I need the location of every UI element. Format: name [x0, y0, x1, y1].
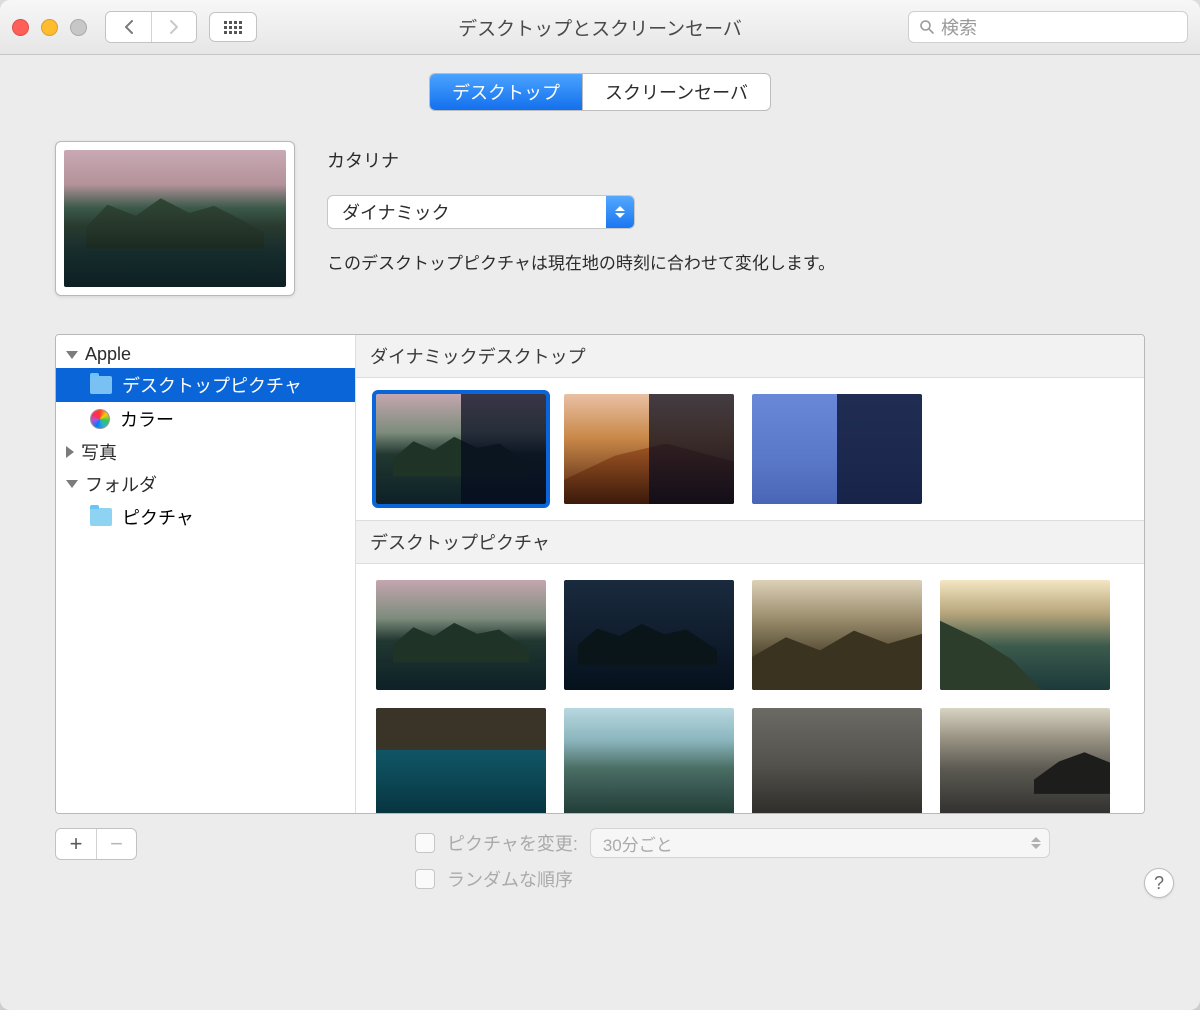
wallpaper-thumb[interactable] [564, 708, 734, 813]
remove-folder-button: − [96, 829, 136, 859]
wallpaper-thumb[interactable] [376, 394, 546, 504]
folder-icon [90, 376, 112, 394]
wallpaper-thumb[interactable] [940, 708, 1110, 813]
wallpaper-thumb[interactable] [564, 394, 734, 504]
add-remove-folder: + − [55, 828, 137, 860]
window-controls [12, 19, 87, 36]
add-folder-button[interactable]: + [56, 829, 96, 859]
change-picture-checkbox[interactable] [415, 833, 435, 853]
back-button[interactable] [106, 12, 151, 42]
search-input[interactable]: 検索 [908, 11, 1188, 43]
tab-screensaver[interactable]: スクリーンセーバ [582, 74, 770, 110]
show-all-button[interactable] [209, 12, 257, 42]
mode-select-value: ダイナミック [328, 199, 450, 225]
wallpaper-thumb[interactable] [376, 580, 546, 690]
wallpaper-gallery[interactable]: ダイナミックデスクトップ デスクトップピクチャ [356, 335, 1144, 813]
search-icon [919, 19, 935, 35]
current-wallpaper-preview [55, 141, 295, 296]
change-picture-label: ピクチャを変更: [447, 830, 578, 856]
chevron-updown-icon [1031, 837, 1041, 849]
close-button[interactable] [12, 19, 29, 36]
random-order-label: ランダムな順序 [447, 866, 573, 892]
section-dynamic-desktop: ダイナミックデスクトップ [356, 335, 1144, 378]
wallpaper-thumb[interactable] [752, 708, 922, 813]
sidebar-item-pictures[interactable]: ピクチャ [56, 500, 355, 534]
section-desktop-pictures: デスクトップピクチャ [356, 520, 1144, 564]
sidebar-item-desktop-pictures[interactable]: デスクトップピクチャ [56, 368, 355, 402]
wallpaper-thumb[interactable] [376, 708, 546, 813]
wallpaper-thumb[interactable] [752, 394, 922, 504]
tab-desktop[interactable]: デスクトップ [430, 74, 582, 110]
sidebar-group-apple[interactable]: Apple [56, 341, 355, 368]
interval-select: 30分ごと [590, 828, 1050, 858]
window-title: デスクトップとスクリーンセーバ [458, 14, 742, 41]
wallpaper-name: カタリナ [327, 147, 1145, 173]
search-placeholder: 検索 [941, 14, 977, 40]
sidebar-group-folders[interactable]: フォルダ [56, 468, 355, 500]
color-wheel-icon [90, 409, 110, 429]
titlebar: デスクトップとスクリーンセーバ 検索 [0, 0, 1200, 55]
wallpaper-thumb[interactable] [752, 580, 922, 690]
minimize-button[interactable] [41, 19, 58, 36]
nav-buttons [105, 11, 197, 43]
disclosure-triangle-icon [66, 351, 78, 359]
mode-select[interactable]: ダイナミック [327, 195, 635, 229]
source-sidebar: Apple デスクトップピクチャ カラー 写真 フォルダ [56, 335, 356, 813]
random-order-checkbox [415, 869, 435, 889]
chevron-updown-icon [606, 196, 634, 228]
disclosure-triangle-icon [66, 480, 78, 488]
sidebar-item-colors[interactable]: カラー [56, 402, 355, 436]
help-button[interactable]: ? [1144, 868, 1174, 898]
sidebar-group-photos[interactable]: 写真 [56, 436, 355, 468]
zoom-button-disabled [70, 19, 87, 36]
mode-hint: このデスクトップピクチャは現在地の時刻に合わせて変化します。 [327, 249, 1145, 274]
forward-button[interactable] [151, 12, 196, 42]
wallpaper-thumb[interactable] [564, 580, 734, 690]
disclosure-triangle-icon [66, 446, 74, 458]
tab-control: デスクトップ スクリーンセーバ [429, 73, 771, 111]
grid-icon [224, 21, 242, 34]
folder-icon [90, 508, 112, 526]
wallpaper-thumbnail [64, 150, 286, 287]
wallpaper-thumb[interactable] [940, 580, 1110, 690]
